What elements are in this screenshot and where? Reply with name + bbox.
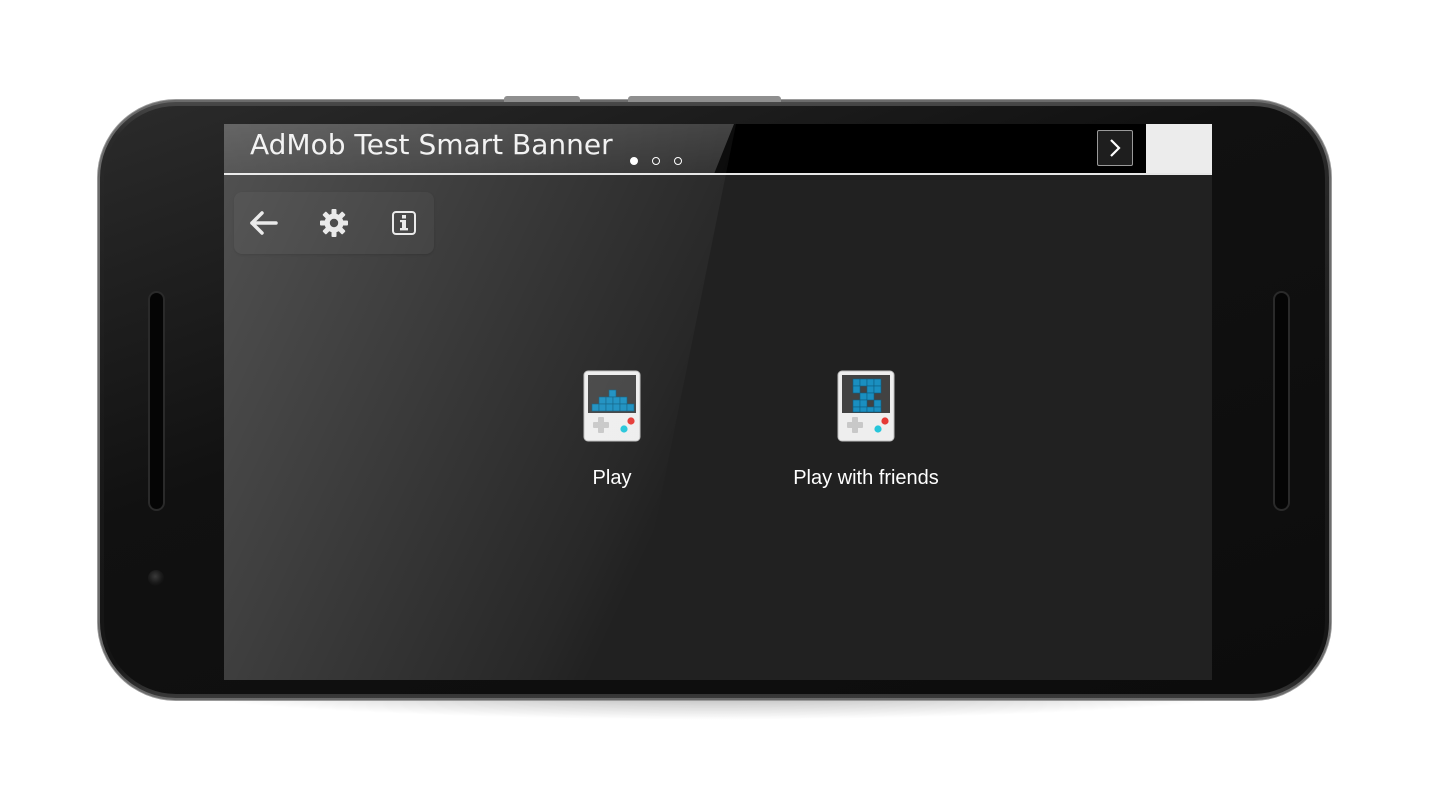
screen: AdMob Test Smart Banner Play Play with f… bbox=[224, 124, 1212, 680]
settings-button[interactable] bbox=[316, 205, 352, 241]
ad-divider bbox=[224, 173, 1212, 175]
back-button[interactable] bbox=[245, 205, 281, 241]
ad-page-dot bbox=[652, 157, 660, 165]
volume-button bbox=[504, 96, 580, 102]
power-button bbox=[628, 96, 781, 102]
ad-page-dot bbox=[630, 157, 638, 165]
play-with-friends-button[interactable]: Play with friends bbox=[776, 370, 956, 490]
play-with-friends-label: Play with friends bbox=[793, 467, 939, 489]
toolbar bbox=[234, 192, 434, 254]
ad-page-dot bbox=[674, 157, 682, 165]
gear-icon bbox=[320, 209, 348, 237]
left-speaker bbox=[150, 293, 163, 509]
chevron-right-icon bbox=[1110, 139, 1121, 157]
front-camera bbox=[148, 570, 164, 586]
ad-side-panel bbox=[1146, 124, 1212, 174]
arrow-left-icon bbox=[250, 211, 278, 235]
ad-title: AdMob Test Smart Banner bbox=[250, 128, 613, 161]
play-button[interactable]: Play bbox=[572, 370, 652, 490]
ad-banner[interactable]: AdMob Test Smart Banner bbox=[224, 124, 1146, 174]
play-label: Play bbox=[592, 467, 632, 489]
game-console-icon bbox=[837, 370, 895, 442]
info-icon bbox=[392, 211, 416, 235]
game-console-icon bbox=[583, 370, 641, 442]
ad-next-button[interactable] bbox=[1097, 130, 1133, 166]
info-button[interactable] bbox=[386, 205, 422, 241]
right-speaker bbox=[1275, 293, 1288, 509]
